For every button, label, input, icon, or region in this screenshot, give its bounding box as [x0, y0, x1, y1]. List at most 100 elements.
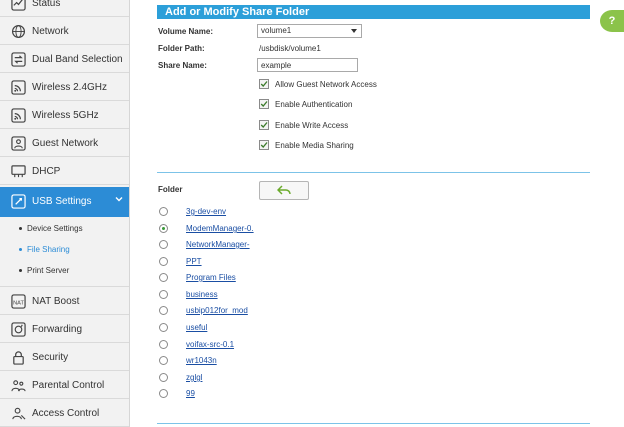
sidebar-item-nat-boost[interactable]: NAT NAT Boost	[0, 288, 129, 315]
folder-link[interactable]: business	[186, 290, 218, 299]
folder-radio[interactable]	[159, 224, 168, 233]
sidebar-item-label: Dual Band Selection	[32, 53, 123, 65]
folder-radio[interactable]	[159, 257, 168, 266]
option-media-sharing[interactable]: Enable Media Sharing	[259, 140, 354, 150]
folder-link[interactable]: NetworkManager-	[186, 240, 250, 249]
share-name-input[interactable]	[257, 58, 358, 72]
sidebar-item-dhcp[interactable]: DHCP	[0, 158, 129, 185]
folder-row[interactable]: PPT	[159, 257, 202, 266]
divider	[157, 172, 590, 173]
folder-row[interactable]: ModemManager-0.	[159, 224, 254, 233]
option-authentication[interactable]: Enable Authentication	[259, 99, 352, 109]
folder-row[interactable]: NetworkManager-	[159, 240, 250, 249]
sidebar-item-security[interactable]: Security	[0, 344, 129, 371]
sidebar-item-parental-control[interactable]: Parental Control	[0, 372, 129, 399]
sidebar-item-label: NAT Boost	[32, 295, 80, 307]
parental-icon	[11, 378, 26, 393]
folder-radio[interactable]	[159, 356, 168, 365]
folder-link[interactable]: 3g-dev-env	[186, 207, 226, 216]
option-guest-access[interactable]: Allow Guest Network Access	[259, 79, 377, 89]
sidebar-item-wireless-5[interactable]: Wireless 5GHz	[0, 102, 129, 129]
bullet-icon	[19, 268, 22, 272]
wireless-icon	[11, 107, 26, 123]
folder-link[interactable]: Program Files	[186, 273, 236, 282]
folder-row[interactable]: Program Files	[159, 273, 236, 282]
volume-name-label: Volume Name:	[158, 27, 213, 36]
nat-icon: NAT	[11, 293, 26, 309]
folder-row[interactable]: wr1043n	[159, 356, 217, 365]
folder-link[interactable]: useful	[186, 323, 207, 332]
submenu-item-print-server[interactable]: Print Server	[0, 260, 129, 280]
folder-link[interactable]: wr1043n	[186, 356, 217, 365]
sidebar-item-label: Forwarding	[32, 323, 83, 335]
wireless-icon	[11, 79, 26, 95]
guest-icon	[11, 135, 26, 151]
submenu-item-label: Print Server	[27, 265, 70, 275]
share-name-label: Share Name:	[158, 61, 207, 70]
folder-path-value: /usbdisk/volume1	[259, 44, 321, 53]
folder-radio[interactable]	[159, 290, 168, 299]
submenu-item-file-sharing[interactable]: File Sharing	[0, 239, 129, 259]
sidebar-item-wireless-24[interactable]: Wireless 2.4GHz	[0, 74, 129, 101]
sidebar-item-network[interactable]: Network	[0, 18, 129, 45]
back-button[interactable]	[259, 181, 309, 200]
sidebar-item-status[interactable]: Status	[0, 0, 129, 17]
folder-radio[interactable]	[159, 389, 168, 398]
folder-radio[interactable]	[159, 306, 168, 315]
folder-radio[interactable]	[159, 273, 168, 282]
sidebar-item-label: Wireless 5GHz	[32, 109, 99, 121]
sidebar-item-label: Network	[32, 25, 69, 37]
forwarding-icon	[11, 321, 26, 337]
folder-radio[interactable]	[159, 340, 168, 349]
folder-link[interactable]: voifax-src-0.1	[186, 340, 234, 349]
folder-row[interactable]: zglgl	[159, 373, 202, 382]
submenu-item-label: Device Settings	[27, 223, 83, 233]
bullet-icon	[19, 247, 22, 251]
status-icon	[11, 0, 26, 11]
checkbox[interactable]	[259, 120, 269, 130]
sidebar-item-label: Access Control	[32, 407, 100, 419]
lock-icon	[11, 350, 26, 365]
chevron-down-icon	[351, 29, 357, 33]
folder-radio[interactable]	[159, 323, 168, 332]
sidebar-item-label: DHCP	[32, 165, 61, 177]
folder-row[interactable]: usbip012for_mod	[159, 306, 248, 315]
folder-row[interactable]: business	[159, 290, 218, 299]
dhcp-icon	[11, 164, 26, 179]
sidebar-item-label: Parental Control	[32, 379, 105, 391]
folder-radio[interactable]	[159, 207, 168, 216]
submenu-item-device-settings[interactable]: Device Settings	[0, 218, 129, 238]
checkbox[interactable]	[259, 79, 269, 89]
chevron-down-icon	[115, 195, 123, 205]
folder-row[interactable]: 3g-dev-env	[159, 207, 226, 216]
folder-link[interactable]: zglgl	[186, 373, 202, 382]
sidebar-item-dual-band[interactable]: Dual Band Selection	[0, 46, 129, 73]
folder-row[interactable]: voifax-src-0.1	[159, 340, 234, 349]
sidebar-item-access-control[interactable]: Access Control	[0, 400, 129, 427]
folder-link[interactable]: ModemManager-0.	[186, 224, 254, 233]
folder-link[interactable]: 99	[186, 389, 195, 398]
sidebar-item-usb-settings[interactable]: USB Settings	[0, 187, 129, 217]
sidebar: Status Network Dual Band Selection Wirel…	[0, 0, 130, 427]
folder-row[interactable]: useful	[159, 323, 207, 332]
bullet-icon	[19, 226, 22, 230]
folder-row[interactable]: 99	[159, 389, 195, 398]
folder-radio[interactable]	[159, 240, 168, 249]
sidebar-item-guest-network[interactable]: Guest Network	[0, 130, 129, 157]
option-write-access[interactable]: Enable Write Access	[259, 120, 348, 130]
volume-name-select[interactable]: volume1	[257, 24, 362, 38]
option-label: Enable Write Access	[275, 120, 349, 130]
option-label: Enable Authentication	[275, 99, 353, 109]
checkbox[interactable]	[259, 140, 269, 150]
folder-link[interactable]: PPT	[186, 257, 202, 266]
submenu-item-label: File Sharing	[27, 244, 70, 254]
sidebar-item-forwarding[interactable]: Forwarding	[0, 316, 129, 343]
help-icon[interactable]: ?	[600, 10, 624, 32]
sidebar-item-label: USB Settings	[32, 196, 92, 207]
folder-radio[interactable]	[159, 373, 168, 382]
volume-name-value: volume1	[261, 26, 292, 35]
folder-link[interactable]: usbip012for_mod	[186, 306, 248, 315]
sidebar-item-label: Wireless 2.4GHz	[32, 81, 108, 93]
back-arrow-icon	[276, 184, 291, 197]
checkbox[interactable]	[259, 99, 269, 109]
